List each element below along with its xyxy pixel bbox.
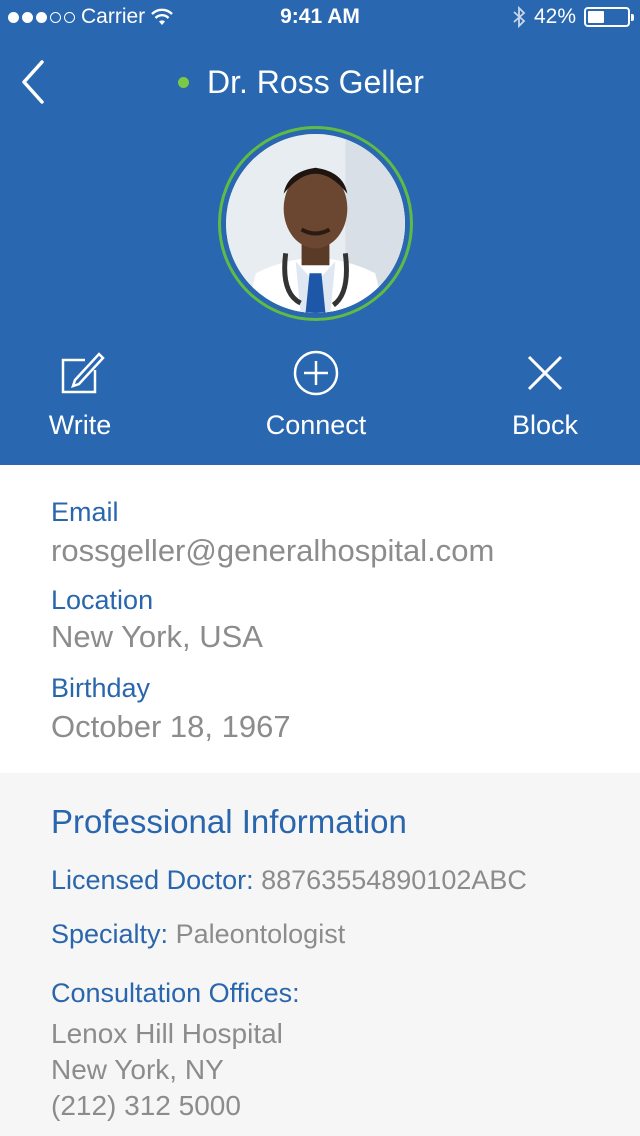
- plus-circle-icon: [293, 350, 339, 396]
- specialty-row: Specialty: Paleontologist: [51, 919, 345, 950]
- bluetooth-icon: [513, 6, 526, 28]
- battery-percent: 42%: [533, 5, 576, 28]
- specialty-label: Specialty:: [51, 919, 169, 949]
- avatar: [218, 126, 413, 321]
- block-label: Block: [511, 410, 579, 440]
- write-button[interactable]: Write: [0, 348, 160, 441]
- email-value[interactable]: rossgeller@generalhospital.com: [51, 533, 494, 569]
- offices-label: Consultation Offices:: [51, 978, 300, 1009]
- professional-info: Professional Information Licensed Doctor…: [0, 773, 640, 1136]
- section-title: Professional Information: [51, 803, 407, 840]
- battery-fill: [588, 11, 604, 23]
- office-city: New York, NY: [51, 1054, 224, 1085]
- email-label: Email: [51, 497, 119, 527]
- edit-icon: [61, 352, 105, 394]
- offices-label-text: Consultation Offices:: [51, 978, 300, 1008]
- profile-title: Dr. Ross Geller: [178, 64, 424, 101]
- write-label: Write: [48, 410, 112, 440]
- license-label: Licensed Doctor:: [51, 865, 254, 895]
- online-indicator: [178, 77, 189, 88]
- office-name: Lenox Hill Hospital: [51, 1018, 283, 1049]
- doctor-name: Dr. Ross Geller: [207, 64, 424, 100]
- license-row: Licensed Doctor: 88763554890102ABC: [51, 865, 527, 896]
- back-button[interactable]: [18, 58, 48, 108]
- connect-button[interactable]: Connect: [236, 348, 396, 441]
- specialty-value: Paleontologist: [175, 919, 346, 949]
- location-value: New York, USA: [51, 619, 263, 654]
- close-icon: [527, 355, 563, 391]
- block-button[interactable]: Block: [465, 348, 625, 441]
- contact-info: Email rossgeller@generalhospital.com Loc…: [0, 465, 640, 773]
- status-bar: Carrier 9:41 AM 42%: [0, 0, 640, 36]
- battery-group: 42%: [512, 5, 634, 29]
- birthday-label: Birthday: [51, 673, 151, 703]
- avatar-photo: [226, 134, 405, 313]
- office-phone[interactable]: (212) 312 5000: [51, 1090, 241, 1122]
- license-value: 88763554890102ABC: [261, 865, 527, 895]
- battery-icon: [584, 7, 634, 27]
- location-label: Location: [51, 585, 154, 615]
- birthday-value: October 18, 1967: [51, 709, 291, 744]
- connect-label: Connect: [265, 410, 367, 440]
